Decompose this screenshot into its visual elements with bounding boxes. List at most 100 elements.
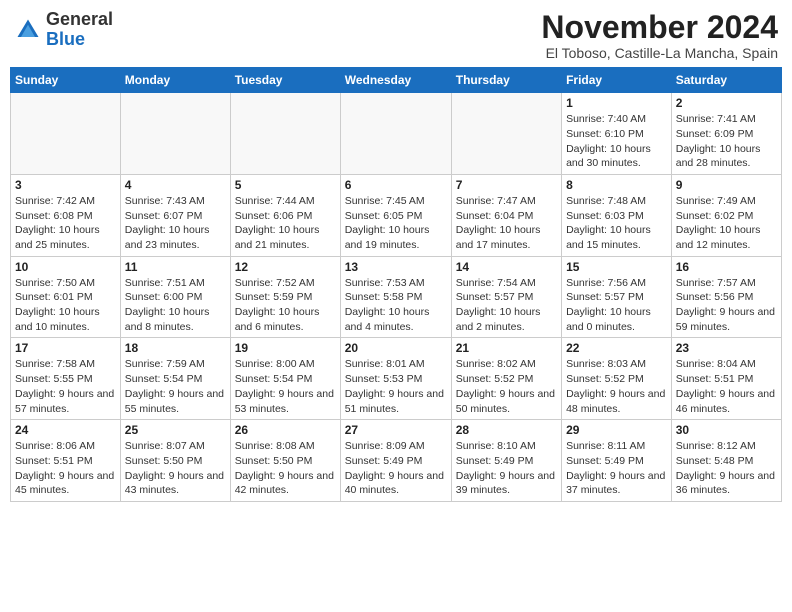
day-number: 8 [566,178,667,192]
day-number: 12 [235,260,336,274]
day-info: Sunrise: 8:08 AM Sunset: 5:50 PM Dayligh… [235,439,336,498]
weekday-header: Friday [562,68,672,93]
weekday-header: Wednesday [340,68,451,93]
day-info: Sunrise: 7:48 AM Sunset: 6:03 PM Dayligh… [566,194,667,253]
calendar-week-row: 3Sunrise: 7:42 AM Sunset: 6:08 PM Daylig… [11,174,782,256]
day-number: 30 [676,423,777,437]
calendar-week-row: 24 Sunrise: 8:06 AM Sunset: 5:51 PM Dayli… [11,420,782,502]
day-number: 28 [456,423,557,437]
day-info: Sunrise: 7:47 AM Sunset: 6:04 PM Dayligh… [456,194,557,253]
calendar-cell: 16Sunrise: 7:57 AM Sunset: 5:56 PM Dayli… [671,256,781,338]
day-info: Sunrise: 7:44 AM Sunset: 6:06 PM Dayligh… [235,194,336,253]
calendar-cell: 8 Sunrise: 7:48 AM Sunset: 6:03 PM Daylig… [562,174,672,256]
calendar-cell: 17 Sunrise: 7:58 AM Sunset: 5:55 PM Dayli… [11,338,121,420]
calendar-cell: 26 Sunrise: 8:08 AM Sunset: 5:50 PM Dayli… [230,420,340,502]
calendar-cell: 1 Sunrise: 7:40 AM Sunset: 6:10 PM Daylig… [562,93,672,175]
calendar-cell [230,93,340,175]
day-info: Sunrise: 8:09 AM Sunset: 5:49 PM Dayligh… [345,439,447,498]
day-info: Sunrise: 7:52 AM Sunset: 5:59 PM Dayligh… [235,276,336,335]
day-info: Sunrise: 7:40 AM Sunset: 6:10 PM Dayligh… [566,112,667,171]
day-number: 4 [125,178,226,192]
calendar-cell: 21 Sunrise: 8:02 AM Sunset: 5:52 PM Dayli… [451,338,561,420]
page-header: General Blue November 2024 El Toboso, Ca… [10,10,782,61]
calendar-cell: 19 Sunrise: 8:00 AM Sunset: 5:54 PM Dayli… [230,338,340,420]
day-number: 16 [676,260,777,274]
logo-blue: Blue [46,29,85,49]
calendar-cell: 25Sunrise: 8:07 AM Sunset: 5:50 PM Dayli… [120,420,230,502]
day-info: Sunrise: 7:50 AM Sunset: 6:01 PM Dayligh… [15,276,116,335]
calendar-cell: 28 Sunrise: 8:10 AM Sunset: 5:49 PM Dayli… [451,420,561,502]
logo: General Blue [14,10,113,50]
month-title: November 2024 [541,10,778,45]
day-info: Sunrise: 8:11 AM Sunset: 5:49 PM Dayligh… [566,439,667,498]
weekday-header-row: SundayMondayTuesdayWednesdayThursdayFrid… [11,68,782,93]
calendar-cell: 6 Sunrise: 7:45 AM Sunset: 6:05 PM Daylig… [340,174,451,256]
day-number: 1 [566,96,667,110]
calendar-cell [451,93,561,175]
logo-icon [14,16,42,44]
day-number: 21 [456,341,557,355]
calendar-cell: 7 Sunrise: 7:47 AM Sunset: 6:04 PM Daylig… [451,174,561,256]
day-info: Sunrise: 8:04 AM Sunset: 5:51 PM Dayligh… [676,357,777,416]
day-info: Sunrise: 8:12 AM Sunset: 5:48 PM Dayligh… [676,439,777,498]
day-info: Sunrise: 8:10 AM Sunset: 5:49 PM Dayligh… [456,439,557,498]
day-number: 20 [345,341,447,355]
calendar-cell: 9Sunrise: 7:49 AM Sunset: 6:02 PM Daylig… [671,174,781,256]
day-number: 13 [345,260,447,274]
calendar-cell: 3Sunrise: 7:42 AM Sunset: 6:08 PM Daylig… [11,174,121,256]
weekday-header: Tuesday [230,68,340,93]
calendar-cell [11,93,121,175]
day-number: 11 [125,260,226,274]
day-info: Sunrise: 7:54 AM Sunset: 5:57 PM Dayligh… [456,276,557,335]
day-info: Sunrise: 7:43 AM Sunset: 6:07 PM Dayligh… [125,194,226,253]
day-number: 15 [566,260,667,274]
day-info: Sunrise: 7:45 AM Sunset: 6:05 PM Dayligh… [345,194,447,253]
weekday-header: Thursday [451,68,561,93]
calendar-cell: 29Sunrise: 8:11 AM Sunset: 5:49 PM Dayli… [562,420,672,502]
title-block: November 2024 El Toboso, Castille-La Man… [541,10,778,61]
day-info: Sunrise: 8:00 AM Sunset: 5:54 PM Dayligh… [235,357,336,416]
day-number: 17 [15,341,116,355]
calendar-cell: 5Sunrise: 7:44 AM Sunset: 6:06 PM Daylig… [230,174,340,256]
calendar-cell: 10 Sunrise: 7:50 AM Sunset: 6:01 PM Dayli… [11,256,121,338]
calendar-week-row: 17 Sunrise: 7:58 AM Sunset: 5:55 PM Dayli… [11,338,782,420]
calendar-cell: 12 Sunrise: 7:52 AM Sunset: 5:59 PM Dayli… [230,256,340,338]
day-number: 10 [15,260,116,274]
calendar-cell: 27 Sunrise: 8:09 AM Sunset: 5:49 PM Dayli… [340,420,451,502]
day-number: 22 [566,341,667,355]
calendar-cell: 30 Sunrise: 8:12 AM Sunset: 5:48 PM Dayli… [671,420,781,502]
day-number: 2 [676,96,777,110]
day-number: 27 [345,423,447,437]
calendar-cell: 15Sunrise: 7:56 AM Sunset: 5:57 PM Dayli… [562,256,672,338]
day-info: Sunrise: 7:58 AM Sunset: 5:55 PM Dayligh… [15,357,116,416]
day-info: Sunrise: 7:51 AM Sunset: 6:00 PM Dayligh… [125,276,226,335]
weekday-header: Sunday [11,68,121,93]
calendar-cell [120,93,230,175]
day-number: 25 [125,423,226,437]
weekday-header: Monday [120,68,230,93]
day-info: Sunrise: 8:01 AM Sunset: 5:53 PM Dayligh… [345,357,447,416]
day-info: Sunrise: 7:41 AM Sunset: 6:09 PM Dayligh… [676,112,777,171]
day-info: Sunrise: 8:06 AM Sunset: 5:51 PM Dayligh… [15,439,116,498]
calendar-cell: 14Sunrise: 7:54 AM Sunset: 5:57 PM Dayli… [451,256,561,338]
calendar-week-row: 10 Sunrise: 7:50 AM Sunset: 6:01 PM Dayli… [11,256,782,338]
calendar-cell: 24 Sunrise: 8:06 AM Sunset: 5:51 PM Dayli… [11,420,121,502]
day-number: 23 [676,341,777,355]
logo-general: General [46,9,113,29]
day-number: 9 [676,178,777,192]
calendar-cell: 11 Sunrise: 7:51 AM Sunset: 6:00 PM Dayli… [120,256,230,338]
calendar-cell: 13 Sunrise: 7:53 AM Sunset: 5:58 PM Dayli… [340,256,451,338]
day-number: 24 [15,423,116,437]
day-info: Sunrise: 8:02 AM Sunset: 5:52 PM Dayligh… [456,357,557,416]
day-info: Sunrise: 7:53 AM Sunset: 5:58 PM Dayligh… [345,276,447,335]
logo-text: General Blue [46,10,113,50]
weekday-header: Saturday [671,68,781,93]
calendar-cell: 4 Sunrise: 7:43 AM Sunset: 6:07 PM Daylig… [120,174,230,256]
day-number: 3 [15,178,116,192]
day-number: 6 [345,178,447,192]
day-number: 19 [235,341,336,355]
calendar-cell: 23 Sunrise: 8:04 AM Sunset: 5:51 PM Dayli… [671,338,781,420]
day-number: 26 [235,423,336,437]
day-number: 18 [125,341,226,355]
day-number: 7 [456,178,557,192]
